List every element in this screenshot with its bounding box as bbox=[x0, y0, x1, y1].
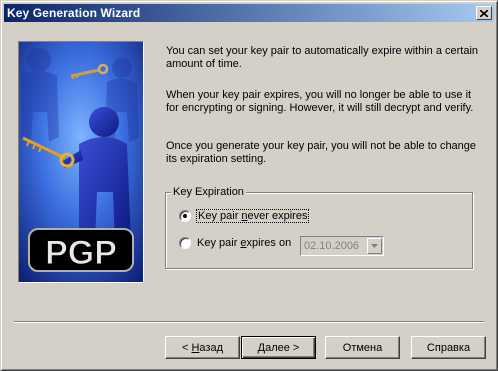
never-expires-label[interactable]: Key pair never expires bbox=[195, 209, 310, 223]
help-button[interactable]: Справка bbox=[411, 336, 486, 359]
expires-on-label[interactable]: Key pair expires on bbox=[197, 237, 291, 249]
button-separator bbox=[14, 321, 484, 323]
expiration-date-picker[interactable]: 02.10.2006 bbox=[300, 236, 384, 256]
next-button-label: Далее > bbox=[257, 341, 300, 354]
expires-on-option[interactable]: Key pair expires on bbox=[179, 237, 291, 249]
key-expiration-groupbox bbox=[165, 192, 473, 269]
intro-paragraph: You can set your key pair to automatical… bbox=[166, 45, 479, 70]
expires-on-radio[interactable] bbox=[179, 237, 191, 249]
close-icon bbox=[480, 9, 488, 17]
key-expiration-legend: Key Expiration bbox=[171, 186, 246, 198]
never-expires-option[interactable]: Key pair never expires bbox=[179, 209, 310, 223]
pgp-logo: PGP bbox=[28, 228, 134, 273]
close-button[interactable] bbox=[476, 6, 492, 20]
back-button-label: < Назад bbox=[181, 341, 223, 354]
window-title: Key Generation Wizard bbox=[7, 6, 141, 20]
no-change-paragraph: Once you generate your key pair, you wil… bbox=[166, 140, 477, 165]
title-bar[interactable]: Key Generation Wizard bbox=[4, 4, 494, 22]
wizard-side-image: PGP bbox=[18, 41, 144, 283]
chevron-down-icon bbox=[371, 244, 378, 248]
cancel-button[interactable]: Отмена bbox=[325, 336, 400, 359]
help-button-label: Справка bbox=[426, 341, 471, 354]
back-button[interactable]: < Назад bbox=[165, 336, 240, 359]
pgp-illustration: PGP bbox=[19, 42, 143, 282]
expiration-date-value: 02.10.2006 bbox=[304, 240, 360, 252]
never-expires-radio[interactable] bbox=[179, 210, 191, 222]
cancel-button-label: Отмена bbox=[342, 341, 383, 354]
next-button[interactable]: Далее > bbox=[241, 336, 316, 359]
svg-text:PGP: PGP bbox=[45, 234, 117, 272]
date-dropdown-button[interactable] bbox=[367, 238, 382, 254]
wizard-window: Key Generation Wizard PGP You can set yo… bbox=[0, 0, 498, 371]
expiry-effect-paragraph: When your key pair expires, you will no … bbox=[166, 89, 474, 114]
